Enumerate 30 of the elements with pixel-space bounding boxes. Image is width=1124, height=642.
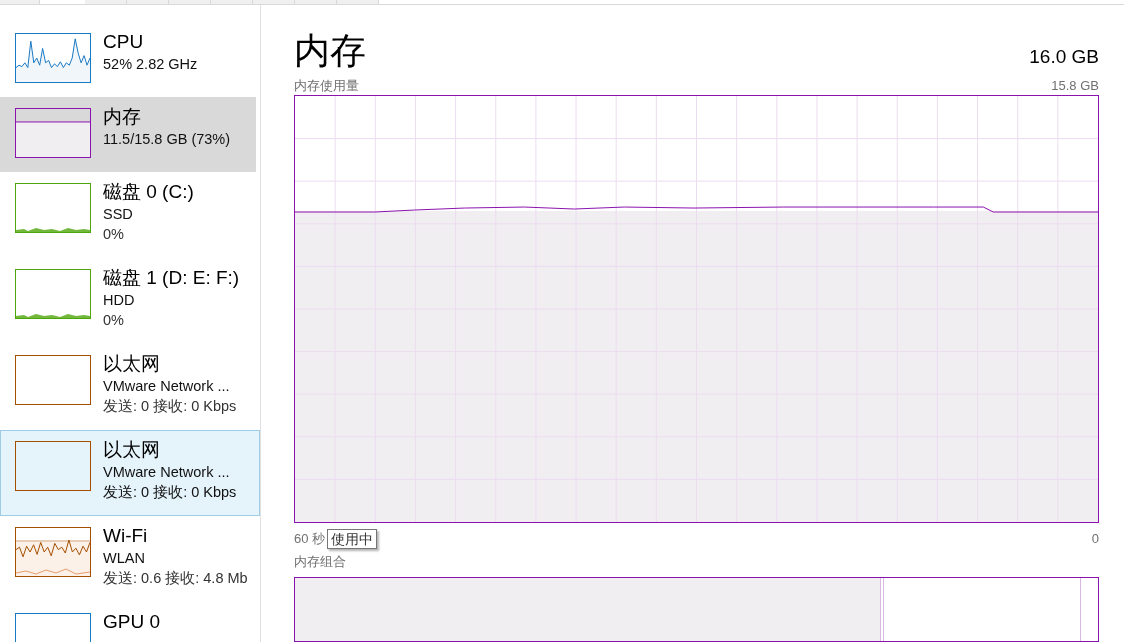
time-axis-end: 0 xyxy=(1091,530,1099,549)
item-detail: VMware Network ... xyxy=(103,463,231,482)
section-label: 内存组合 xyxy=(294,553,347,571)
item-detail: 0% xyxy=(103,225,125,244)
tooltip: 使用中 xyxy=(327,529,378,549)
total-memory: 16.0 GB xyxy=(1029,45,1099,69)
item-title: CPU xyxy=(103,30,145,54)
item-detail: 发送: 0.6 接收: 4.8 Mb xyxy=(103,569,245,588)
item-title: Wi-Fi xyxy=(103,524,149,548)
item-detail: WLAN xyxy=(103,549,146,568)
time-axis-start: 60 秒 xyxy=(294,530,326,549)
page-title: 内存 xyxy=(294,29,366,73)
item-detail: HDD xyxy=(103,291,136,310)
item-title: GPU 0 xyxy=(103,610,161,634)
item-title: 磁盘 1 (D: E: F:) xyxy=(103,266,240,290)
item-detail: VMware Network ... xyxy=(103,377,231,396)
chart-label: 内存使用量 xyxy=(294,77,359,95)
item-title: 以太网 xyxy=(103,352,161,376)
item-detail: 0% xyxy=(103,311,125,330)
sidebar-item[interactable]: 以太网 VMware Network ... 发送: 0 接收: 0 Kbps xyxy=(0,430,260,516)
item-title: 磁盘 0 (C:) xyxy=(103,180,194,204)
item-detail: 11.5/15.8 GB (73%) xyxy=(103,130,231,149)
item-detail: 发送: 0 接收: 0 Kbps xyxy=(103,397,237,416)
item-detail: 52% 2.82 GHz xyxy=(103,55,198,74)
item-title: 内存 xyxy=(103,105,142,129)
sidebar-item[interactable]: 内存 11.5/15.8 GB (73%) xyxy=(0,97,256,172)
chart-max: 15.8 GB xyxy=(1051,77,1099,95)
item-detail: SSD xyxy=(103,205,134,224)
item-detail: 发送: 0 接收: 0 Kbps xyxy=(103,483,237,502)
item-title: 以太网 xyxy=(103,438,161,462)
